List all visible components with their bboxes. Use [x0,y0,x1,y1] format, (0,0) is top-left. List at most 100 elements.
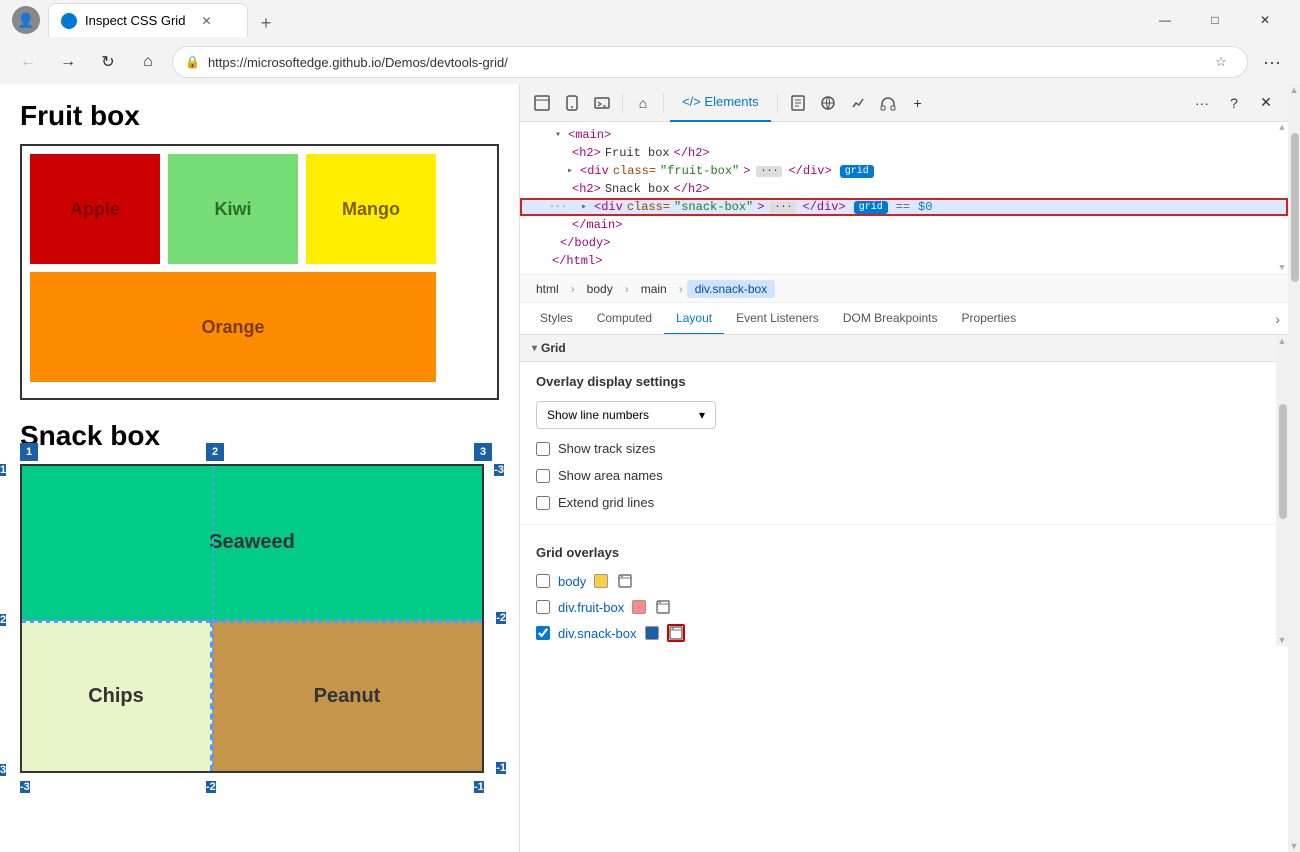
memory-button[interactable] [874,89,902,117]
add-panel-button[interactable]: + [904,89,932,117]
layout-scrollbar[interactable]: ▲ ▼ [1276,335,1288,646]
scroll-up-layout[interactable]: ▲ [1276,335,1288,347]
devtools-scroll-down[interactable]: ▼ [1288,840,1300,852]
snack-box: Seaweed Chips Peanut [20,464,484,773]
dom-toggle-snack[interactable]: ··· [552,201,564,213]
browser-more-button[interactable]: ··· [1256,46,1288,78]
overlay-body-checkbox[interactable] [536,574,550,588]
tab-dom-breakpoints[interactable]: DOM Breakpoints [831,303,950,335]
address-bar-row: ← → ↻ ⌂ 🔒 https://microsoftedge.github.i… [0,40,1300,84]
grid-section-title: Grid [541,341,566,355]
dom-line-snack-box[interactable]: ··· ▸ <div class= "snack-box" > ··· </di… [520,198,1288,216]
lock-icon: 🔒 [185,55,200,69]
tab-title: Inspect CSS Grid [85,13,185,28]
dropdown-value: Show line numbers [547,408,649,422]
peanut-label: Peanut [314,685,381,708]
show-area-names-row: Show area names [520,462,1276,489]
devtools-scroll-thumb[interactable] [1291,133,1299,282]
dom-tag-close-main: </main> [572,218,622,232]
back-button[interactable]: ← [12,46,44,78]
layout-panel: ▾ Grid Overlay display settings Show lin… [520,335,1288,852]
dom-line-h2-fruit[interactable]: <h2> Fruit box </h2> [520,144,1288,162]
tab-styles[interactable]: Styles [528,303,585,335]
show-area-names-checkbox[interactable] [536,469,550,483]
maximize-button[interactable]: □ [1192,5,1238,35]
breadcrumb-main[interactable]: main [633,280,675,298]
new-tab-button[interactable]: + [252,9,280,37]
breadcrumb-body[interactable]: body [579,280,621,298]
overlay-snack-box-icon[interactable] [667,624,685,642]
overlay-fruit-box-checkbox[interactable] [536,600,550,614]
line-numbers-dropdown[interactable]: Show line numbers ▾ [536,401,716,429]
sources-button[interactable] [784,89,812,117]
device-emulation-button[interactable] [558,89,586,117]
scroll-down-arrow-dom[interactable]: ▼ [1276,262,1288,274]
dom-dots-snack[interactable]: ··· [770,202,796,213]
home-button[interactable]: ⌂ [132,46,164,78]
dom-end-div-fruit: </div> [788,164,831,178]
toolbar-separator-3 [777,93,778,113]
close-button[interactable]: ✕ [1242,5,1288,35]
dom-content: ▲ ▾ <main> <h2> Fruit box </h2> [520,122,1288,275]
dom-badge-grid-snack[interactable]: grid [854,201,888,214]
overlay-fruit-box-color[interactable] [632,600,646,614]
inspect-element-button[interactable] [528,89,556,117]
dom-line-fruit-box[interactable]: ▸ <div class= "fruit-box" > ··· </div> g… [520,162,1288,180]
scroll-thumb-layout[interactable] [1279,404,1287,519]
forward-button[interactable]: → [52,46,84,78]
grid-label-neg3-bottom: -3 [20,781,30,793]
style-tab-more[interactable]: › [1275,311,1280,327]
divider-1 [520,524,1276,525]
overlay-body-icon[interactable] [616,572,634,590]
more-tools-button[interactable]: ··· [1188,89,1216,117]
orange-label: Orange [201,317,264,338]
dom-line-close-html[interactable]: </html> [520,252,1288,270]
tab-layout[interactable]: Layout [664,303,724,335]
refresh-button[interactable]: ↻ [92,46,124,78]
dom-line-close-body[interactable]: </body> [520,234,1288,252]
performance-button[interactable] [844,89,872,117]
favorite-button[interactable]: ☆ [1207,48,1235,76]
tab-elements[interactable]: </> Elements [670,84,771,122]
dom-line-main[interactable]: ▾ <main> [520,126,1288,144]
breadcrumb-snack-box[interactable]: div.snack-box [687,280,775,298]
fruit-box: Apple Kiwi Mango Orange [20,144,499,400]
show-track-sizes-checkbox[interactable] [536,442,550,456]
overlay-body-color[interactable] [594,574,608,588]
tab-close-button[interactable]: ✕ [201,14,211,28]
extend-grid-lines-checkbox[interactable] [536,496,550,510]
overlay-fruit-box-icon[interactable] [654,598,672,616]
scroll-up-arrow[interactable]: ▲ [1276,122,1288,134]
grid-section-header[interactable]: ▾ Grid [520,335,1276,362]
chips-label: Chips [88,685,144,708]
dom-attr-val-fruit: "fruit-box" [660,164,739,178]
devtools-scroll-up[interactable]: ▲ [1288,84,1300,96]
console-button[interactable] [588,89,616,117]
network-button[interactable] [814,89,842,117]
home-devtools-button[interactable]: ⌂ [629,89,657,117]
dom-line-close-main[interactable]: </main> [520,216,1288,234]
active-tab[interactable]: Inspect CSS Grid ✕ [48,3,248,37]
devtools-scrollbar[interactable]: ▲ ▼ [1288,84,1300,852]
dom-toggle-snack2[interactable]: ▸ [578,201,590,213]
close-devtools-button[interactable]: ✕ [1252,89,1280,117]
help-button[interactable]: ? [1220,89,1248,117]
breadcrumb-html[interactable]: html [528,280,567,298]
address-bar[interactable]: 🔒 https://microsoftedge.github.io/Demos/… [172,46,1248,78]
dom-toggle-fruit[interactable]: ▸ [564,165,576,177]
overlay-snack-box-color[interactable] [645,626,659,640]
minimize-button[interactable]: — [1142,5,1188,35]
profile-icon[interactable]: 👤 [12,6,40,34]
dom-badge-grid-fruit[interactable]: grid [840,165,874,178]
overlay-snack-box-checkbox[interactable] [536,626,550,640]
dom-close-div-fruit: > [743,164,750,178]
dom-toggle-main[interactable]: ▾ [552,129,564,141]
overlay-snack-box-name: div.snack-box [558,626,637,641]
tab-computed[interactable]: Computed [585,303,664,335]
scroll-down-layout[interactable]: ▼ [1276,634,1288,646]
tab-event-listeners[interactable]: Event Listeners [724,303,831,335]
tab-properties[interactable]: Properties [950,303,1029,335]
dom-dots-fruit[interactable]: ··· [756,166,782,177]
fruit-kiwi: Kiwi [168,154,298,264]
dom-line-h2-snack[interactable]: <h2> Snack box </h2> [520,180,1288,198]
